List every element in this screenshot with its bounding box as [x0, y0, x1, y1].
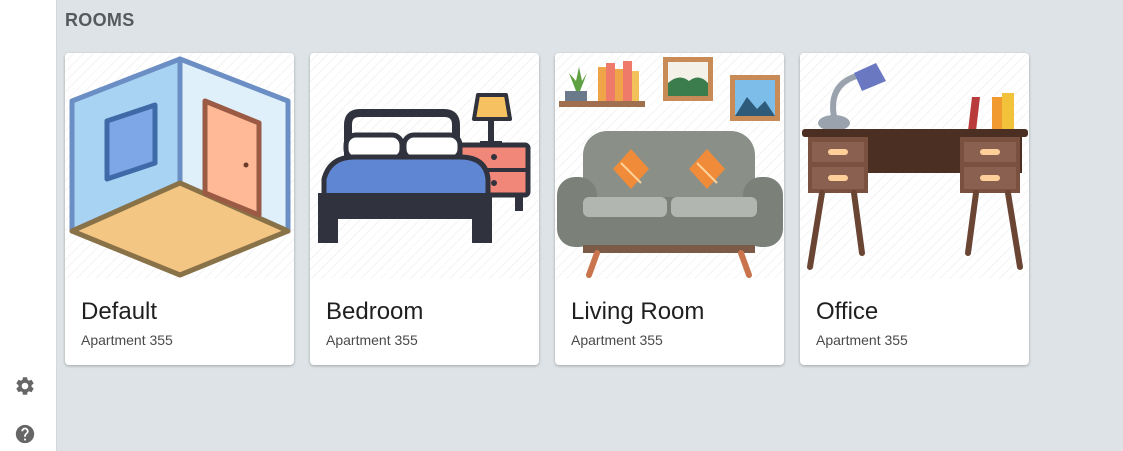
bed-icon: [318, 93, 531, 243]
room-subtitle: Apartment 355: [81, 332, 173, 348]
section-title: ROOMS: [65, 10, 135, 30]
room-card-office[interactable]: Office Apartment 355: [800, 53, 1029, 365]
sofa-icon: [557, 57, 783, 278]
room-name: Living Room: [571, 298, 705, 325]
room-illustration: [800, 53, 1029, 279]
room-subtitle: Apartment 355: [326, 332, 418, 348]
room-name: Office: [816, 298, 879, 325]
room-card-bedroom[interactable]: Bedroom Apartment 355: [310, 53, 539, 365]
room-illustration: [310, 53, 539, 279]
room-illustration: [65, 53, 294, 279]
room-illustration: [555, 53, 784, 279]
room-subtitle: Apartment 355: [816, 332, 908, 348]
main-content: ROOMS Default Apartment 355 Bedroom Apar…: [57, 0, 1123, 451]
room-subtitle: Apartment 355: [571, 332, 663, 348]
sidebar: [0, 0, 57, 451]
room-card-list: Default Apartment 355 Bedroom Apartment …: [65, 53, 1029, 365]
room-name: Default: [81, 298, 158, 325]
empty-room-icon: [69, 56, 291, 278]
help-icon[interactable]: [14, 423, 36, 445]
room-name: Bedroom: [326, 298, 424, 325]
room-card-default[interactable]: Default Apartment 355: [65, 53, 294, 365]
desk-icon: [802, 63, 1028, 270]
app-root: ROOMS Default Apartment 355 Bedroom Apar…: [0, 0, 1123, 451]
gear-icon[interactable]: [14, 375, 36, 397]
room-card-living-room[interactable]: Living Room Apartment 355: [555, 53, 784, 365]
